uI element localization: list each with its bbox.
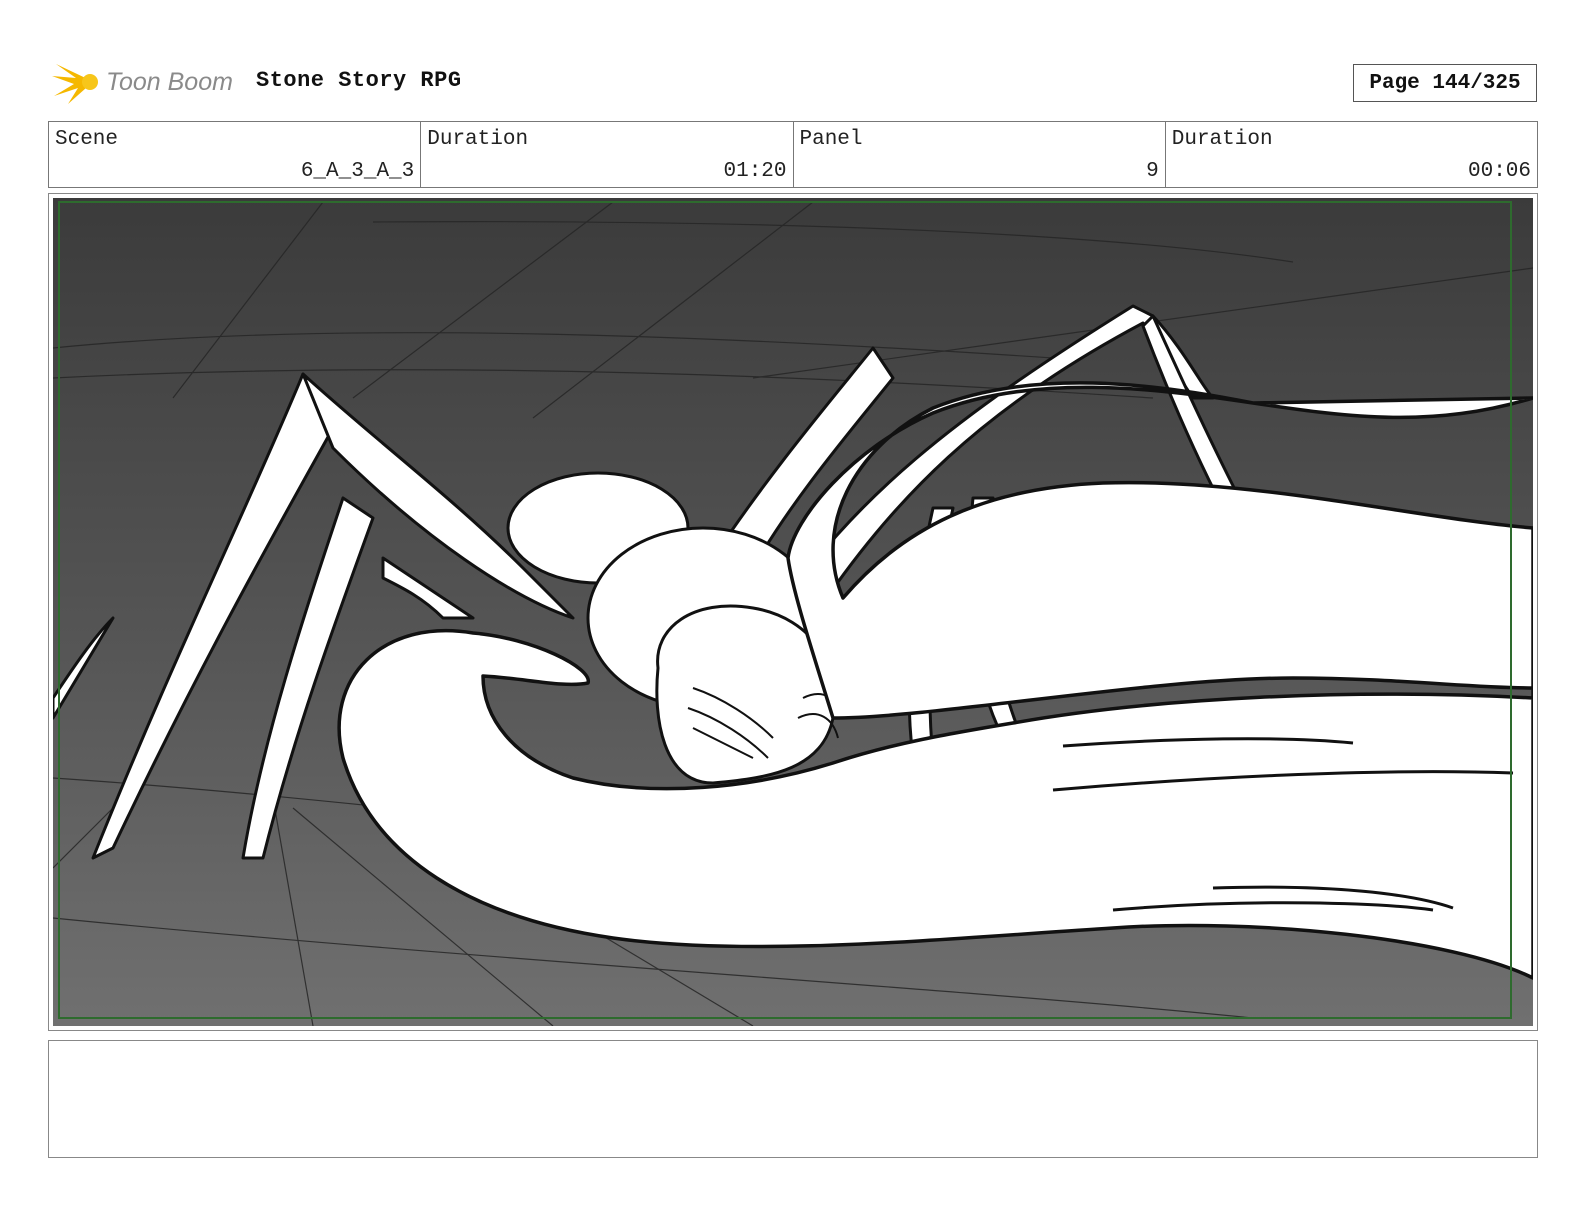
storyboard-panel [48,193,1538,1031]
scene-duration-label: Duration [427,128,529,151]
panel-duration-cell: Duration 00:06 [1166,122,1537,187]
panel-duration-value: 00:06 [1467,160,1531,183]
scene-duration-value: 01:20 [723,160,787,183]
panel-notes [48,1040,1538,1158]
logo-wordmark: Toon Boom [106,68,233,96]
scene-label: Scene [55,128,119,151]
panel-info-table: Scene 6_A_3_A_3 Duration 01:20 Panel 9 D… [48,121,1538,188]
scene-cell: Scene 6_A_3_A_3 [49,122,422,187]
panel-duration-label: Duration [1171,128,1273,151]
scene-duration-cell: Duration 01:20 [421,122,794,187]
panel-label: Panel [799,128,863,151]
scene-value: 6_A_3_A_3 [300,160,415,183]
logo-burst-icon [52,64,98,104]
storyboard-drawing [53,198,1533,1026]
panel-cell: Panel 9 [794,122,1166,187]
toon-boom-logo: Toon Boom [50,56,240,108]
page-number: Page 144/325 [1353,64,1537,102]
project-title: Stone Story RPG [256,68,462,93]
panel-value: 9 [1146,160,1159,183]
